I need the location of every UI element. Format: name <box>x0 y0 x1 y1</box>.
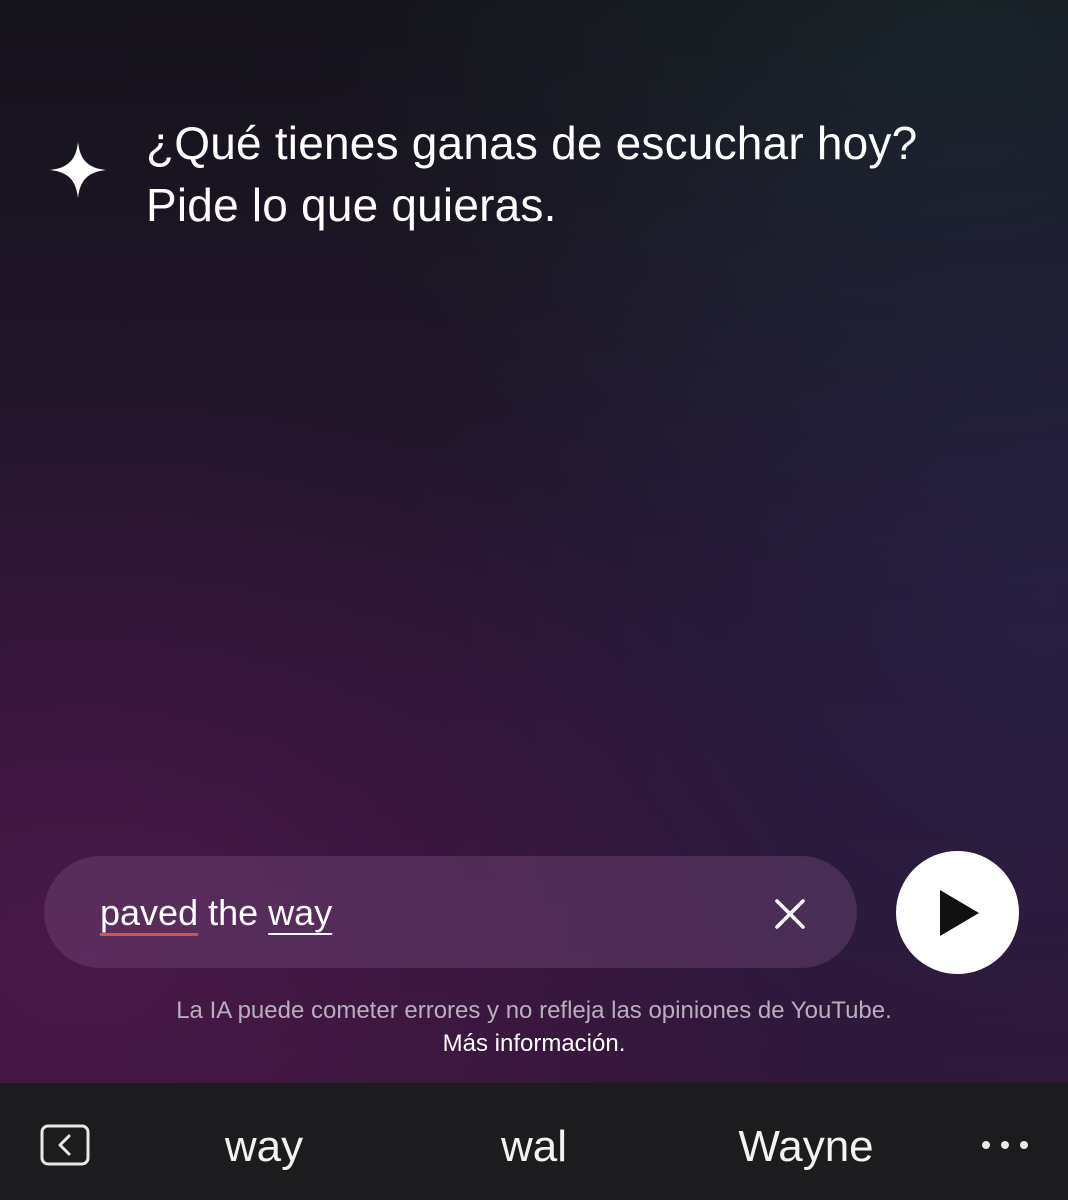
more-info-link[interactable]: Más información <box>443 1030 619 1057</box>
prompt-line-2: Pide lo que quieras. <box>146 179 557 231</box>
sparkle-icon <box>50 142 106 198</box>
assistant-screen: ¿Qué tienes ganas de escuchar hoy? Pide … <box>0 0 1068 1083</box>
prompt-line-1: ¿Qué tienes ganas de escuchar hoy? <box>146 117 918 169</box>
prompt-input-text[interactable]: paved the way <box>100 888 332 938</box>
chevron-left-icon[interactable] <box>40 1124 90 1166</box>
close-icon <box>775 899 805 929</box>
ai-disclaimer: La IA puede cometer errores y no refleja… <box>0 994 1068 1060</box>
misspelled-word[interactable]: paved <box>100 892 198 933</box>
input-word[interactable]: the <box>208 892 258 933</box>
send-button[interactable] <box>896 851 1019 974</box>
disclaimer-link-line: Más información. <box>0 1027 1068 1060</box>
keyboard-suggestion[interactable]: wal <box>464 1117 604 1177</box>
clear-input-button[interactable] <box>764 888 816 940</box>
dot <box>982 1141 990 1149</box>
prompt-input[interactable]: paved the way <box>44 856 857 968</box>
play-icon <box>939 889 979 936</box>
composing-word[interactable]: way <box>268 892 332 933</box>
dot <box>1020 1141 1028 1149</box>
keyboard-suggestion[interactable]: Wayne <box>716 1117 896 1177</box>
more-horizontal-icon[interactable] <box>982 1128 1028 1162</box>
keyboard-suggestion[interactable]: way <box>194 1117 334 1177</box>
dot <box>1001 1141 1009 1149</box>
assistant-prompt: ¿Qué tienes ganas de escuchar hoy? Pide … <box>146 112 1026 236</box>
link-period: . <box>618 1030 626 1057</box>
disclaimer-text: La IA puede cometer errores y no refleja… <box>176 997 892 1024</box>
